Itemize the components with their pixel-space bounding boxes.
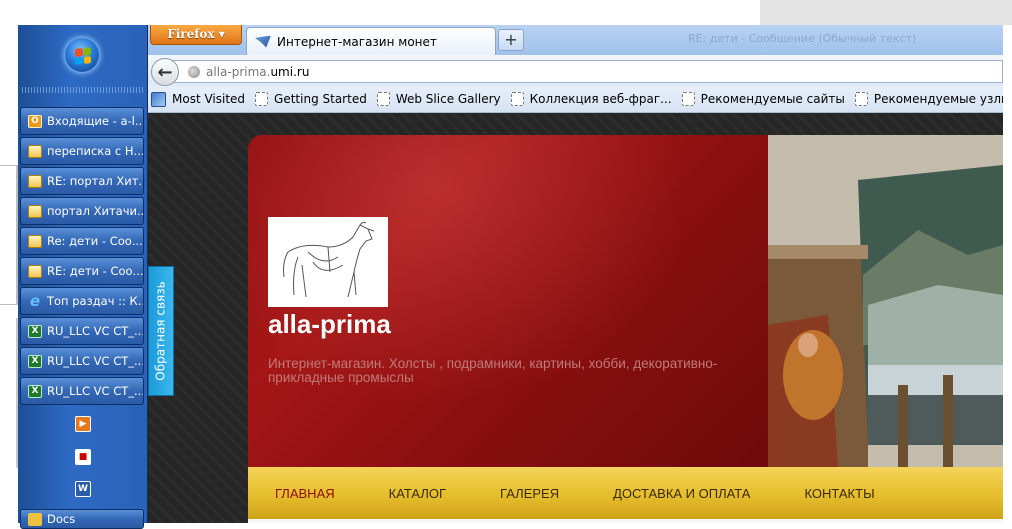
taskbar-item-label: портал Хитачи...	[47, 204, 144, 218]
bookmark-web-fragments[interactable]: Коллекция веб-фраг...	[510, 92, 672, 106]
taskbar-item-label: переписка с Н...	[47, 144, 144, 158]
start-button[interactable]	[64, 37, 100, 73]
taskbar-item-label: Re: дети - Соо...	[47, 234, 143, 248]
tab-title: Интернет-магазин монет	[277, 34, 437, 49]
taskbar-item-label: Docs	[47, 512, 76, 526]
page-icon	[376, 92, 390, 106]
taskbar-item-mail[interactable]: RE: дети - Соо...	[20, 257, 144, 285]
page-viewport: Обратная связь alla-prima Интернет-магаз…	[148, 114, 1003, 523]
site-tagline: Интернет-магазин. Холсты , подрамники, к…	[268, 356, 718, 385]
taskbar-item-excel[interactable]: X RU_LLC VC CT_...	[20, 317, 144, 345]
background-window-area	[760, 0, 1012, 25]
taskbar-item-excel[interactable]: X RU_LLC VC CT_...	[20, 347, 144, 375]
outlook-icon: O	[28, 114, 42, 128]
windows-logo-icon	[75, 47, 91, 65]
mail-icon	[28, 204, 42, 218]
bookmark-most-visited[interactable]: Most Visited	[151, 91, 246, 107]
excel-icon: X	[28, 384, 42, 398]
gallery-photo-image	[768, 135, 1003, 467]
menu-item-gallery[interactable]: ГАЛЕРЕЯ	[473, 486, 586, 501]
excel-icon: X	[28, 324, 42, 338]
page-icon	[510, 92, 524, 106]
firefox-menu-label: Firefox	[167, 27, 215, 41]
menu-item-delivery[interactable]: ДОСТАВКА И ОПЛАТА	[586, 486, 777, 501]
taskbar-item-label: RE: портал Хит...	[47, 174, 144, 188]
taskbar-item-label: RE: дети - Соо...	[47, 264, 144, 278]
taskbar-item-inbox[interactable]: O Входящие - a-l...	[20, 107, 144, 135]
tab-active[interactable]: Интернет-магазин монет	[246, 27, 496, 55]
bookmark-label: Рекомендуемые сайты	[700, 92, 845, 106]
tab-strip: Firefox ▾ Интернет-магазин монет + RE: д…	[148, 25, 1003, 55]
url-bar[interactable]: alla-prima.umi.ru	[172, 60, 1003, 83]
page-icon	[681, 92, 695, 106]
most-visited-icon	[151, 91, 166, 107]
taskbar-item-label: Топ раздач :: К...	[47, 294, 144, 308]
page-icon	[854, 92, 868, 106]
bookmark-web-slice-gallery[interactable]: Web Slice Gallery	[376, 92, 501, 106]
window-edge-left-lower	[0, 318, 18, 468]
globe-icon	[188, 65, 200, 78]
mail-icon	[28, 144, 42, 158]
site-favicon-icon	[255, 35, 271, 48]
site-container: alla-prima Интернет-магазин. Холсты , по…	[248, 135, 1003, 523]
taskbar-item-mail[interactable]: переписка с Н...	[20, 137, 144, 165]
taskbar-item-label: RU_LLC VC CT_...	[47, 354, 144, 368]
menu-item-catalog[interactable]: КАТАЛОГ	[362, 486, 473, 501]
taskbar-item-docs[interactable]: Docs	[20, 509, 144, 529]
bookmark-label: Рекомендуемые узлы	[873, 92, 1003, 106]
taskbar-grip	[22, 87, 144, 93]
bookmark-label: Most Visited	[172, 92, 246, 106]
menu-item-contacts[interactable]: КОНТАКТЫ	[777, 486, 901, 501]
taskbar-item-excel[interactable]: X RU_LLC VC CT_...	[20, 377, 144, 405]
taskbar-item-mail[interactable]: Re: дети - Соо...	[20, 227, 144, 255]
mail-icon	[28, 174, 42, 188]
taskbar-item-label: RU_LLC VC CT_...	[47, 384, 144, 398]
header-photo-paintings	[768, 135, 1003, 467]
taskbar-item-mail[interactable]: RE: портал Хит...	[20, 167, 144, 195]
content-area-top	[248, 519, 1003, 523]
taskbar-item-mail[interactable]: портал Хитачи...	[20, 197, 144, 225]
floppy-save-icon[interactable]: ■	[75, 449, 91, 465]
taskbar-item-label: RU_LLC VC CT_...	[47, 324, 144, 338]
taskbar-item-label: Входящие - a-l...	[47, 114, 144, 128]
firefox-menu-button[interactable]: Firefox ▾	[150, 25, 242, 45]
ie-icon: e	[29, 292, 41, 310]
site-main-menu: ГЛАВНАЯ КАТАЛОГ ГАЛЕРЕЯ ДОСТАВКА И ОПЛАТ…	[248, 467, 1003, 519]
feedback-tab-label: Обратная связь	[154, 281, 169, 381]
site-name[interactable]: alla-prima	[268, 309, 391, 340]
horse-sketch-icon	[283, 221, 375, 298]
excel-icon: X	[28, 354, 42, 368]
background-window-title: RE: дети - Сообщение (Обычный текст)	[688, 32, 917, 45]
bookmark-label: Коллекция веб-фраг...	[529, 92, 672, 106]
mail-icon	[28, 234, 42, 248]
url-domain: umi.ru	[270, 64, 310, 79]
word-icon[interactable]: W	[75, 481, 91, 497]
firefox-window: Firefox ▾ Интернет-магазин монет + RE: д…	[148, 25, 1003, 523]
bookmarks-toolbar: Most Visited Getting Started Web Slice G…	[148, 86, 1003, 113]
taskbar-item-ie[interactable]: e Топ раздач :: К...	[20, 287, 144, 315]
feedback-tab[interactable]: Обратная связь	[148, 266, 174, 396]
back-arrow-icon: ←	[157, 61, 173, 83]
bookmark-suggested-sites[interactable]: Рекомендуемые сайты	[681, 92, 845, 106]
media-player-icon[interactable]: ▶	[75, 416, 91, 432]
bookmark-suggested-nodes[interactable]: Рекомендуемые узлы	[854, 92, 1003, 106]
menu-item-home[interactable]: ГЛАВНАЯ	[248, 486, 362, 501]
bookmark-label: Web Slice Gallery	[395, 92, 501, 106]
folder-icon	[28, 512, 42, 526]
back-button[interactable]: ←	[151, 58, 179, 86]
url-subdomain: alla-prima.	[206, 64, 271, 79]
window-edge-left	[0, 165, 18, 305]
navigation-bar: alla-prima.umi.ru ←	[148, 55, 1003, 86]
page-icon	[255, 92, 269, 106]
url-text: alla-prima.umi.ru	[206, 65, 309, 79]
bookmark-label: Getting Started	[274, 92, 367, 106]
new-tab-button[interactable]: +	[498, 29, 524, 51]
mail-icon	[28, 264, 42, 278]
windows-taskbar: O Входящие - a-l... переписка с Н... RE:…	[18, 25, 148, 529]
site-logo-horse[interactable]	[268, 217, 388, 307]
bookmark-getting-started[interactable]: Getting Started	[255, 92, 367, 106]
